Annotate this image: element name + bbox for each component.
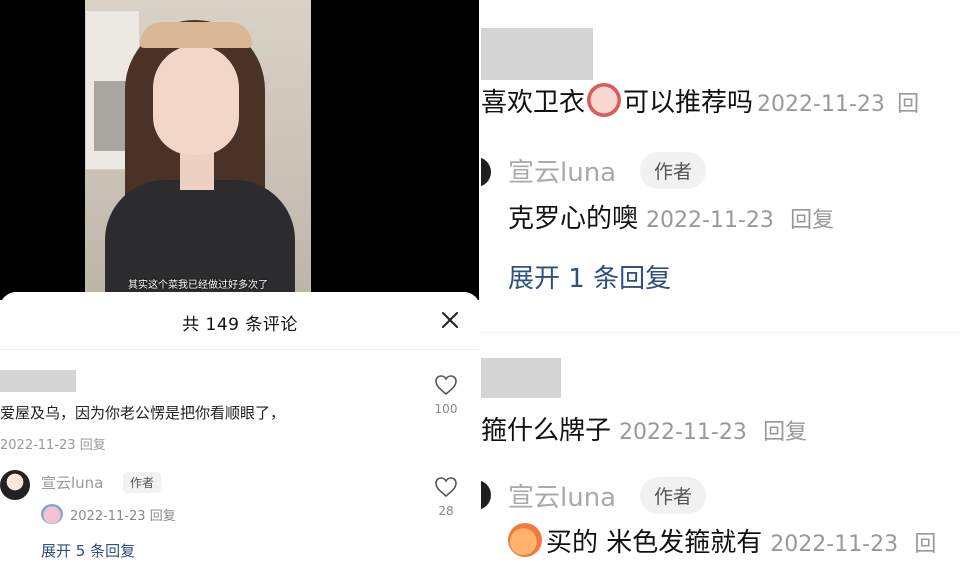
like-button[interactable]: 28 — [426, 476, 466, 518]
reply-username[interactable]: 宣云luna — [508, 477, 616, 514]
video-player[interactable]: 其实这个菜我已经做过好多次了 — [0, 0, 480, 300]
divider — [0, 349, 480, 350]
expand-replies-link[interactable]: 展开 5 条回复 — [41, 540, 135, 561]
blurred-username — [481, 28, 593, 80]
blurred-username — [0, 370, 76, 392]
comments-count-title: 共 149 条评论 — [182, 315, 298, 335]
person-headband — [140, 22, 252, 48]
comments-sheet: 共 149 条评论 爱屋及乌，因为你老公愣是把你看顺眼了， 2022-11-23… — [0, 292, 480, 563]
like-button[interactable]: 100 — [426, 374, 466, 416]
comment-text: 箍什么牌子 2022-11-23 回复 — [481, 416, 808, 446]
close-button[interactable] — [438, 308, 462, 332]
emoji-icon — [41, 504, 63, 524]
reply-date: 2022-11-23 — [646, 208, 774, 233]
page: 其实这个菜我已经做过好多次了 共 149 条评论 爱屋及乌，因为你老公愣是把你看… — [0, 0, 960, 563]
like-count: 28 — [438, 504, 454, 518]
comment-text: 爱屋及乌，因为你老公愣是把你看顺眼了， — [0, 404, 286, 422]
author-badge: 作者 — [123, 472, 162, 493]
reply-username[interactable]: 宣云luna — [41, 472, 103, 493]
left-screenshot: 其实这个菜我已经做过好多次了 共 149 条评论 爱屋及乌，因为你老公愣是把你看… — [0, 0, 480, 563]
reply-button[interactable]: 回 — [897, 92, 919, 117]
video-subtitle: 其实这个菜我已经做过好多次了 — [128, 280, 268, 291]
reply-button[interactable]: 回复 — [790, 208, 834, 233]
comment-date: 2022-11-23 — [619, 420, 747, 445]
like-count: 100 — [434, 402, 458, 416]
person-face — [153, 45, 239, 155]
peach-emoji-icon — [508, 523, 542, 557]
reply-text: 克罗心的噢 2022-11-23 回复 — [508, 204, 835, 234]
heart-icon — [435, 477, 457, 498]
comment-text: 喜欢卫衣 可以推荐吗 2022-11-23 回 — [481, 82, 919, 119]
reply-button[interactable]: 回复 — [763, 420, 807, 445]
reply-text: 买的 米色发箍就有 2022-11-23 回 — [508, 522, 936, 559]
blurred-username — [481, 358, 561, 398]
comment-meta: 2022-11-23 回复 — [0, 434, 106, 453]
reply-button[interactable]: 回复 — [150, 509, 176, 524]
reply-meta: 2022-11-23 回复 — [70, 505, 176, 524]
video-frame: 其实这个菜我已经做过好多次了 — [85, 0, 311, 300]
right-zoomed-comments: 喜欢卫衣 可以推荐吗 2022-11-23 回 宣云luna 作者 克罗心的噢 202… — [481, 0, 960, 563]
emoji-icon — [587, 83, 622, 117]
divider — [481, 332, 960, 333]
author-badge: 作者 — [640, 477, 707, 514]
avatar[interactable] — [481, 480, 491, 510]
expand-replies-link[interactable]: 展开 1 条回复 — [508, 258, 671, 295]
reply-button[interactable]: 回 — [914, 532, 936, 557]
reply-username[interactable]: 宣云luna — [508, 152, 616, 189]
reply-date: 2022-11-23 — [770, 532, 899, 557]
heart-icon — [435, 375, 457, 396]
avatar[interactable] — [0, 470, 30, 500]
avatar[interactable] — [481, 157, 491, 187]
close-icon — [442, 312, 458, 328]
author-badge: 作者 — [640, 152, 707, 189]
comment-date: 2022-11-23 — [0, 438, 76, 453]
reply-button[interactable]: 回复 — [80, 438, 106, 453]
comment-date: 2022-11-23 — [757, 92, 885, 117]
person-neck — [180, 150, 214, 190]
reply-date: 2022-11-23 — [70, 509, 146, 524]
